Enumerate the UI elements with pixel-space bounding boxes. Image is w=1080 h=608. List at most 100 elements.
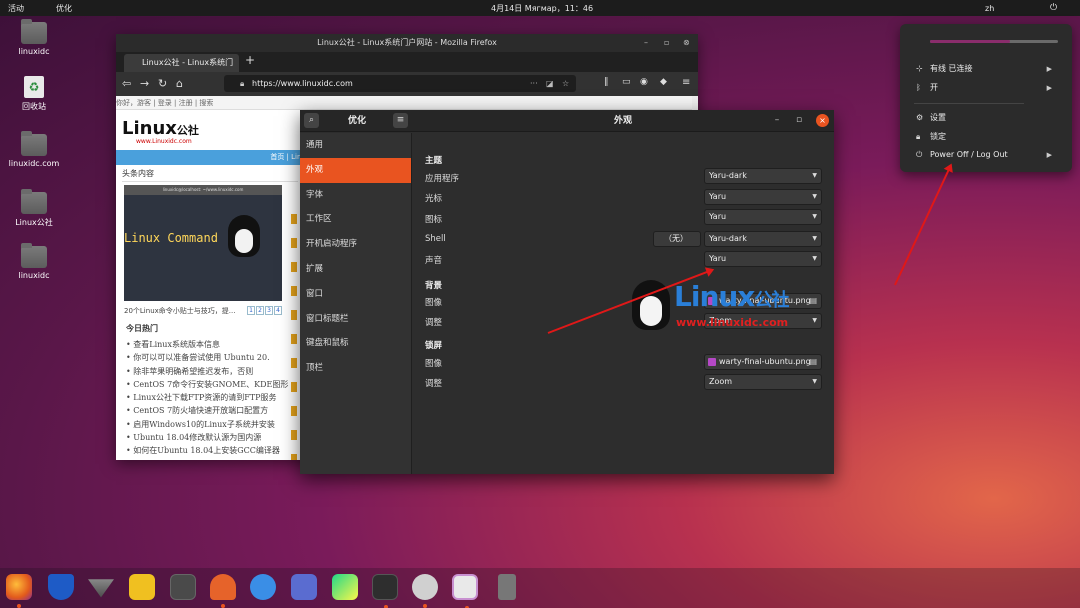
clock[interactable]: 4月14日 Мягмар，11：46 [491,3,593,14]
cursor-theme-select[interactable]: Yaru ▼ [704,189,822,205]
sidebar-item-keyboard-mouse[interactable]: 键盘和鼠标 [300,331,411,356]
chevron-down-icon: ▼ [812,255,817,262]
lockscreen-adjust-select[interactable]: Zoom ▼ [704,374,822,390]
firefox-titlebar[interactable]: Linux公社 - Linux系统门户网站 - Mozilla Firefox … [116,34,698,52]
list-item[interactable]: 启用Windows10的Linux子系统并安装 [126,418,288,431]
headline-caption[interactable]: 20个Linux命令小贴士与技巧，提... [124,306,244,316]
select-value: Yaru [709,212,727,221]
close-button[interactable]: × [816,114,829,127]
back-button[interactable]: ⇦ [122,77,131,90]
lock-menu-item[interactable]: 🔒︎ 锁定 [916,130,1066,144]
desktop-icon-folder[interactable]: linuxidc.com [4,131,64,168]
account-icon[interactable]: ◉ [640,77,648,87]
close-button[interactable]: ⊗ [683,34,690,52]
new-tab-button[interactable]: + [245,53,255,67]
site-nav-bar[interactable]: 首页 | Linux [116,150,316,165]
home-icon[interactable]: ⌂ [176,77,183,90]
software-center-icon[interactable] [412,574,438,608]
sidebar-item-fonts[interactable]: 字体 [300,183,411,208]
file-editor-icon[interactable] [291,574,317,600]
fox-icon[interactable] [210,574,236,608]
row-label: 图像 [425,359,443,369]
power-icon[interactable]: ⏻ [1050,3,1057,13]
rhythmbox-icon[interactable] [129,574,155,600]
page-link[interactable]: 3 [265,306,273,315]
sidebar-item-topbar[interactable]: 顶栏 [300,356,411,381]
page-link[interactable]: 4 [274,306,282,315]
icons-theme-select[interactable]: Yaru ▼ [704,209,822,225]
terminal-icon[interactable] [372,574,398,608]
sidebar-item-windows[interactable]: 窗口 [300,282,411,307]
list-item[interactable]: 你可以可以准备尝试使用 Ubuntu 20. [126,351,288,364]
search-icon[interactable]: ⌕ [304,113,319,128]
shell-theme-select[interactable]: Yaru-dark ▼ [704,231,822,247]
thumb-title: linuxidc@localhost: ~/www.linuxidc.com [124,185,282,195]
logo-cn: 公社 [176,124,199,137]
minimize-button[interactable]: – [644,34,648,52]
list-item[interactable]: 除非苹果明确希望推迟发布，否则 [126,365,288,378]
desktop-icon-folder[interactable]: Linux公社 [4,189,64,228]
settings-menu-item[interactable]: ⚙ 设置 [916,111,1066,125]
pager: 1234 [246,306,282,315]
user-indicator[interactable]: zh [985,4,994,13]
app-icon[interactable] [170,574,196,600]
pocket-icon[interactable]: ◪ [546,75,554,92]
list-item[interactable]: Linux公社下载FTP资源的请到FTP服务 [126,391,288,404]
sidebar-item-appearance[interactable]: 外观 [300,157,411,183]
forward-button[interactable]: → [140,77,149,90]
sidebar-item-extensions[interactable]: 扩展 [300,257,411,282]
page-link[interactable]: 1 [247,306,255,315]
firefox-icon[interactable] [6,574,32,608]
tweaks-icon[interactable] [452,574,478,608]
desktop-icon-folder[interactable]: linuxidc [4,243,64,280]
sidebar-item-startup[interactable]: 开机启动程序 [300,232,411,257]
desktop-icon-trash[interactable]: ♻ 回收站 [4,76,64,112]
page-actions-icon[interactable]: ··· [530,75,538,92]
desktop-icon-home[interactable]: linuxidc [4,19,64,56]
sidebar-item-titlebars[interactable]: 窗口标题栏 [300,307,411,332]
browser-tab[interactable]: Linux公社 - Linux系统门户 × [124,54,239,85]
select-value: Yaru [709,254,727,263]
edge-icon[interactable] [250,574,276,600]
bookmark-star-icon[interactable]: ☆ [562,75,569,92]
reload-icon[interactable]: ↻ [158,77,167,90]
app-menu-button[interactable]: 优化 [56,3,72,14]
applications-theme-select[interactable]: Yaru-dark ▼ [704,168,822,184]
list-item[interactable]: Ubuntu 18.04修改默认源为国内源 [126,431,288,444]
usb-icon[interactable] [498,574,516,600]
trash-icon: ♻ [24,76,44,98]
extension-icon[interactable]: ◆ [660,77,667,87]
menu-icon[interactable]: ≡ [682,77,690,88]
site-logo[interactable]: Linux公社 www.Linuxidc.com [122,118,199,145]
bluetooth-menu-item[interactable]: ᛒ 开 ▶ [916,81,1066,95]
list-item[interactable]: CentOS 7防火墙快速开放端口配置方 [126,404,288,417]
library-icon[interactable]: ‖ [604,77,609,87]
site-top-links[interactable]: 你好，游客 | 登录 | 注册 | 搜索 [116,96,698,110]
shell-none-button[interactable]: （无） [653,231,701,247]
maximize-button[interactable]: ▫ [664,34,669,52]
volume-slider[interactable] [930,40,1058,43]
maximize-button[interactable]: ▫ [793,114,805,127]
menu-icon[interactable]: ≡ [393,113,408,128]
sidebar-icon[interactable]: ▭ [622,77,631,87]
power-menu-item[interactable]: ⏻ Power Off / Log Out ▶ [916,148,1066,162]
activities-button[interactable]: 活动 [8,3,24,14]
wired-menu-item[interactable]: ⊹ 有线 已连接 ▶ [916,62,1066,76]
tweaks-headerbar[interactable]: ⌕ 优化 ≡ 外观 – ▫ × [300,110,834,132]
lockscreen-image-chooser[interactable]: warty-final-ubuntu.png ▤ [704,354,822,370]
sidebar-item-general[interactable]: 通用 [300,133,411,158]
headline-image[interactable]: linuxidc@localhost: ~/www.linuxidc.com L… [124,185,282,301]
tab-bar: Linux公社 - Linux系统门户 × + [116,52,698,85]
sidebar-item-workspaces[interactable]: 工作区 [300,207,411,232]
pycharm-icon[interactable] [332,574,358,600]
list-item[interactable]: 如何在Ubuntu 18.04上安装GCC编译器 [126,444,288,457]
url-bar[interactable]: 🔒︎ https://www.linuxidc.com ··· ◪ ☆ [224,75,576,92]
page-link[interactable]: 2 [256,306,264,315]
list-item[interactable]: CentOS 7命令行安装GNOME、KDE图形 [126,378,288,391]
list-item[interactable]: 查看Linux系统版本信息 [126,338,288,351]
sound-theme-select[interactable]: Yaru ▼ [704,251,822,267]
minimize-button[interactable]: – [771,114,783,127]
inkscape-icon[interactable] [88,579,114,598]
shield-icon[interactable] [48,574,74,600]
top-bar: 活动 优化 4月14日 Мягмар，11：46 zh ⏻ [0,0,1080,16]
